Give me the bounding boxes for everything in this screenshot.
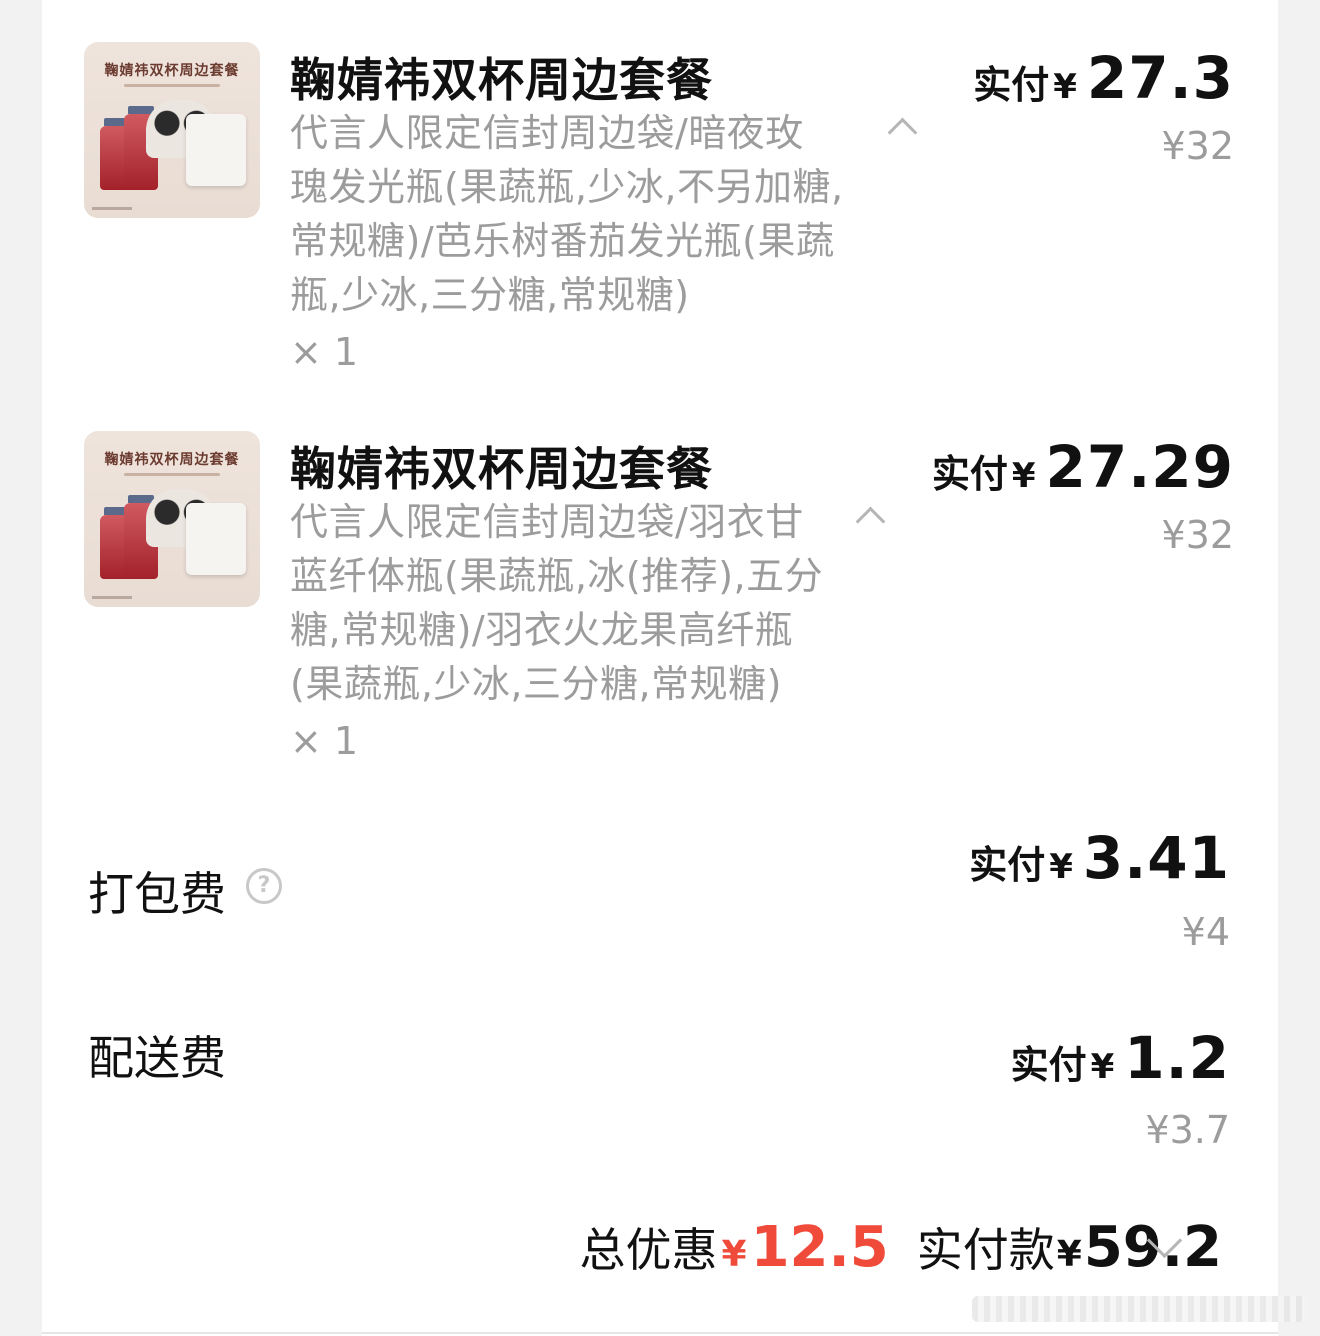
packaging-fee-original: ¥4: [1181, 910, 1230, 954]
thumbnail-caption: 鞠婧祎双杯周边套餐: [104, 452, 240, 468]
item-original-price: ¥32: [1161, 124, 1234, 168]
envelope-bag-graphic: [186, 503, 246, 575]
delivery-fee-label: 配送费: [88, 1031, 226, 1085]
item-description-line: 瓶,少冰,三分糖,常规糖): [290, 273, 690, 317]
total-discount-amount: 12.5: [750, 1215, 889, 1280]
paid-amount: 3.41: [1082, 824, 1230, 892]
thumbnail-subline: [124, 84, 220, 87]
item-paid-price: 实付 ¥27.29: [932, 433, 1234, 501]
packaging-fee-label: 打包费: [88, 867, 226, 921]
watermark-strip: [972, 1296, 1308, 1322]
item-quantity: × 1: [290, 719, 359, 763]
discount-currency: ¥: [721, 1234, 747, 1275]
item-title: 鞠婧祎双杯周边套餐: [290, 53, 713, 107]
thumbnail-footnote: [92, 207, 132, 210]
item-description-line: 瑰发光瓶(果蔬瓶,少冰,不另加糖,: [290, 165, 844, 209]
thumbnail-subline: [124, 473, 220, 476]
item-original-price: ¥32: [1161, 513, 1234, 557]
paid-label: 实付: [973, 63, 1050, 107]
item-paid-price: 实付 ¥27.3: [973, 44, 1234, 112]
currency-symbol: ¥: [1053, 67, 1077, 107]
delivery-fee-original: ¥3.7: [1145, 1108, 1230, 1152]
thumbnail-footnote: [92, 596, 132, 599]
item-description-line: 代言人限定信封周边袋/暗夜玫: [290, 111, 804, 155]
envelope-bag-graphic: [186, 114, 246, 186]
currency-symbol: ¥: [1090, 1047, 1115, 1087]
item-description-line: 糖,常规糖)/羽衣火龙果高纤瓶: [290, 608, 794, 652]
chevron-up-icon[interactable]: [887, 117, 918, 148]
product-thumbnail[interactable]: 鞠婧祎双杯周边套餐: [84, 431, 260, 607]
help-circle-icon[interactable]: ?: [246, 868, 282, 904]
item-quantity: × 1: [290, 330, 359, 374]
paid-amount: 27.3: [1086, 44, 1234, 112]
packaging-fee-paid: 实付 ¥3.41: [969, 824, 1230, 892]
paid-label: 实付: [1010, 1043, 1087, 1087]
paid-amount: 27.29: [1045, 433, 1234, 501]
paid-label: 实付: [969, 843, 1046, 887]
divider: [42, 1332, 1278, 1334]
paid-label: 实付: [931, 452, 1008, 496]
total-discount-label: 总优惠: [579, 1223, 718, 1277]
item-title: 鞠婧祎双杯周边套餐: [290, 442, 713, 496]
delivery-fee-paid: 实付 ¥1.2: [1011, 1024, 1230, 1092]
item-description: 代言人限定信封周边袋/羽衣甘 蓝纤体瓶(果蔬瓶,冰(推荐),五分 糖,常规糖)/…: [290, 495, 823, 711]
currency-symbol: ¥: [1011, 456, 1036, 496]
item-description-line: (果蔬瓶,少冰,三分糖,常规糖): [290, 662, 782, 706]
item-description-line: 代言人限定信封周边袋/羽衣甘: [290, 500, 804, 544]
total-currency: ¥: [1056, 1234, 1082, 1275]
total-paid-label: 实付款: [916, 1223, 1055, 1277]
item-description: 代言人限定信封周边袋/暗夜玫 瑰发光瓶(果蔬瓶,少冰,不另加糖, 常规糖)/芭乐…: [290, 106, 844, 322]
thumbnail-caption: 鞠婧祎双杯周边套餐: [104, 63, 240, 79]
order-detail-card: 鞠婧祎双杯周边套餐 鞠婧祎双杯周边套餐 代言人限定信封周边袋/暗夜玫 瑰发光瓶(…: [42, 0, 1278, 1336]
currency-symbol: ¥: [1049, 847, 1073, 887]
paid-amount: 1.2: [1124, 1024, 1230, 1092]
order-summary: 总优惠 ¥ 12.5 实付款 ¥ 59.2: [580, 1214, 1222, 1280]
product-thumbnail[interactable]: 鞠婧祎双杯周边套餐: [84, 42, 260, 218]
item-description-line: 蓝纤体瓶(果蔬瓶,冰(推荐),五分: [290, 554, 824, 598]
chevron-up-icon[interactable]: [855, 506, 886, 537]
item-description-line: 常规糖)/芭乐树番茄发光瓶(果蔬: [290, 219, 835, 263]
